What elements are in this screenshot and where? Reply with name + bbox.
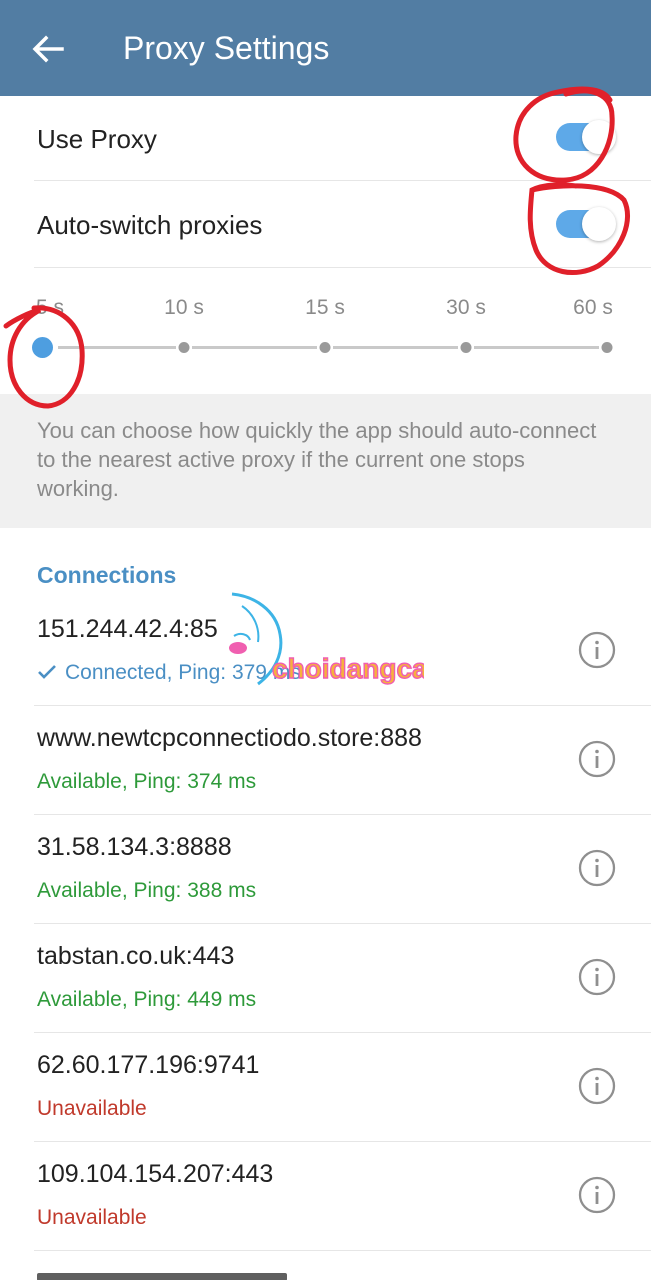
proxy-status: Unavailable — [37, 1097, 147, 1120]
connections-header: Connections — [37, 562, 177, 588]
info-text: You can choose how quickly the app shoul… — [37, 418, 597, 501]
auto-switch-interval-slider[interactable]: 5 s 10 s 15 s 30 s 60 s — [0, 268, 651, 394]
use-proxy-toggle[interactable] — [556, 120, 616, 154]
proxy-status: Unavailable — [37, 1206, 147, 1229]
proxy-item[interactable]: www.newtcpconnectiodo.store:888 Availabl… — [0, 706, 651, 815]
proxy-status: Available, Ping: 388 ms — [37, 879, 257, 902]
auto-switch-toggle[interactable] — [556, 207, 616, 241]
use-proxy-label: Use Proxy — [37, 124, 157, 154]
auto-switch-label: Auto-switch proxies — [37, 210, 263, 240]
info-icon[interactable] — [578, 740, 616, 778]
slider-track — [474, 346, 599, 349]
watermark-logo: choidangcap — [229, 592, 424, 686]
arrow-left-icon[interactable] — [28, 30, 66, 68]
info-icon[interactable] — [578, 958, 616, 996]
slider-step-dot[interactable] — [460, 342, 472, 353]
proxy-item[interactable]: 109.104.154.207:443 Unavailable — [0, 1142, 651, 1251]
proxy-status: Available, Ping: 449 ms — [37, 988, 257, 1011]
proxy-address: www.newtcpconnectiodo.store:888 — [37, 724, 422, 752]
slider-track — [333, 346, 458, 349]
slider-track — [58, 346, 176, 349]
slider-tick-label: 15 s — [305, 296, 345, 319]
slider-tick-label: 60 s — [573, 296, 613, 319]
watermark-text: choidangcap — [272, 653, 424, 684]
slider-thumb[interactable] — [32, 337, 53, 358]
proxy-address: 151.244.42.4:85 — [37, 615, 218, 643]
proxy-item[interactable]: 62.60.177.196:9741 Unavailable — [0, 1033, 651, 1142]
proxy-address: tabstan.co.uk:443 — [37, 942, 235, 970]
page-title: Proxy Settings — [123, 30, 330, 66]
proxy-item-partial[interactable] — [0, 1251, 651, 1280]
info-icon[interactable] — [578, 631, 616, 669]
proxy-address: 62.60.177.196:9741 — [37, 1051, 260, 1079]
toggle-knob — [582, 207, 616, 241]
toggle-knob — [582, 120, 616, 154]
proxy-item[interactable]: tabstan.co.uk:443 Available, Ping: 449 m… — [0, 924, 651, 1033]
slider-step-dot[interactable] — [319, 342, 331, 353]
proxy-item[interactable]: 31.58.134.3:8888 Available, Ping: 388 ms — [0, 815, 651, 924]
info-icon[interactable] — [578, 849, 616, 887]
slider-tick-label: 10 s — [164, 296, 204, 319]
info-icon[interactable] — [578, 1176, 616, 1214]
info-icon[interactable] — [578, 1067, 616, 1105]
use-proxy-row[interactable]: Use Proxy — [0, 96, 651, 181]
slider-step-dot[interactable] — [178, 342, 190, 353]
proxy-status: Available, Ping: 374 ms — [37, 770, 257, 793]
proxy-address-partial — [37, 1269, 297, 1280]
proxy-address: 31.58.134.3:8888 — [37, 833, 232, 861]
slider-tick-label: 30 s — [446, 296, 486, 319]
slider-step-dot[interactable] — [601, 342, 613, 353]
proxy-address: 109.104.154.207:443 — [37, 1160, 274, 1188]
app-bar: Proxy Settings — [0, 0, 651, 96]
auto-switch-row[interactable]: Auto-switch proxies — [0, 181, 651, 268]
info-box: You can choose how quickly the app shoul… — [0, 394, 651, 528]
slider-track — [192, 346, 317, 349]
slider-tick-label: 5 s — [35, 296, 65, 319]
check-icon — [38, 665, 56, 679]
